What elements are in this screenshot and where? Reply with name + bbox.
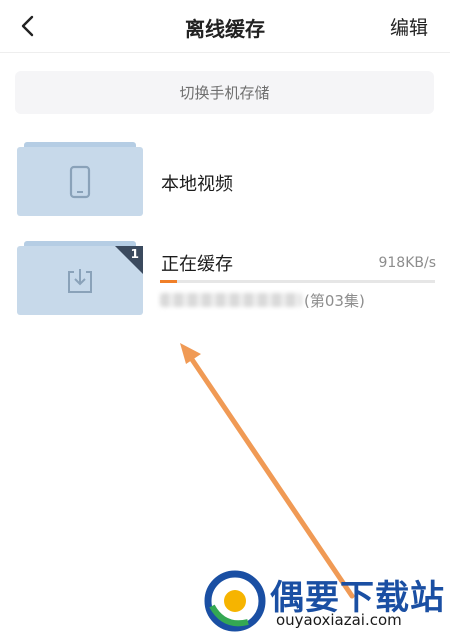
watermark-url: ouyaoxiazai.com [276,611,402,629]
annotation-arrow [180,343,355,599]
watermark-logo-icon [204,570,266,632]
